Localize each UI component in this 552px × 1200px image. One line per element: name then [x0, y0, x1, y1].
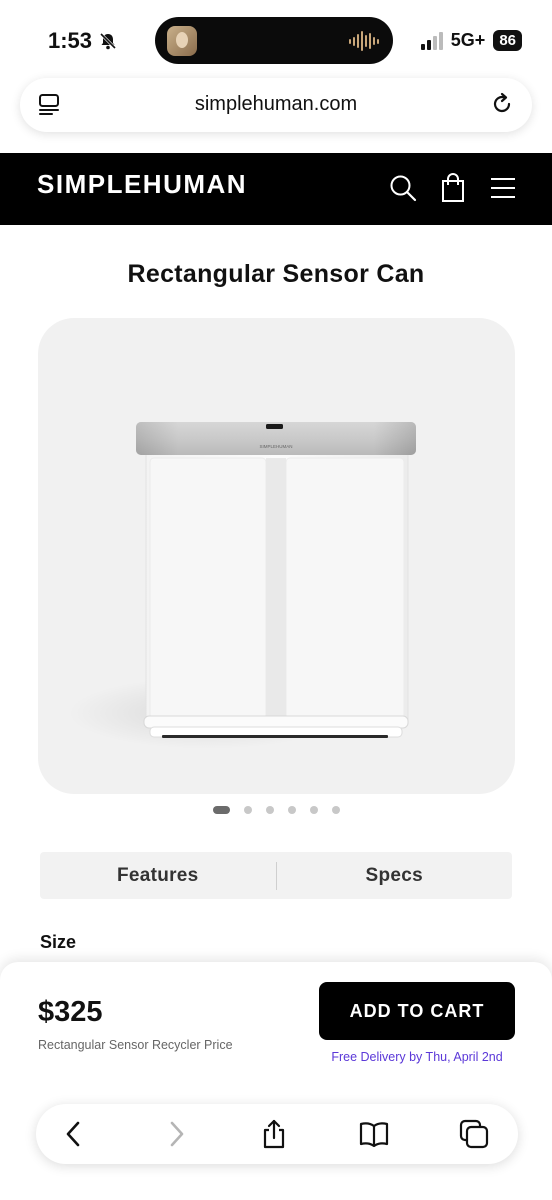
- audio-wave-icon: [349, 31, 379, 51]
- size-heading: Size: [40, 932, 77, 952]
- shopping-bag-icon[interactable]: [438, 173, 468, 203]
- product-title: Rectangular Sensor Can: [127, 260, 425, 288]
- search-icon[interactable]: [388, 173, 418, 203]
- carousel-dot[interactable]: [265, 806, 274, 814]
- tab-features[interactable]: Features: [40, 865, 276, 887]
- bell-muted-icon: [99, 32, 117, 50]
- purchase-panel: $325 Rectangular Sensor Recycler Price A…: [0, 962, 552, 1200]
- status-indicators: 5G+ 86: [420, 30, 522, 51]
- cellular-signal-icon: [420, 31, 443, 50]
- carousel-pagination: [0, 806, 552, 814]
- product-brand-mark: SIMPLEHUMAN: [259, 444, 292, 449]
- site-header: SIMPLEHUMAN: [0, 153, 552, 225]
- delivery-info: Free Delivery by Thu, April 2nd: [331, 1050, 503, 1064]
- url-text[interactable]: simplehuman.com: [20, 93, 532, 116]
- now-playing-artwork: [167, 26, 197, 56]
- menu-icon[interactable]: [488, 173, 518, 203]
- bookmarks-icon[interactable]: [358, 1118, 390, 1150]
- battery-indicator: 86: [493, 30, 522, 51]
- reload-icon[interactable]: [490, 92, 514, 116]
- carousel-dot[interactable]: [309, 806, 318, 814]
- browser-toolbar: [36, 1104, 518, 1164]
- sensor-can-product-image: SIMPLEHUMAN: [68, 422, 416, 749]
- address-bar[interactable]: simplehuman.com: [20, 78, 532, 132]
- carousel-dot[interactable]: [331, 806, 340, 814]
- site-logo[interactable]: SIMPLEHUMAN: [37, 169, 247, 200]
- status-bar: 1:53 5G+ 86: [0, 0, 552, 80]
- status-time-group: 1:53: [48, 28, 118, 54]
- carousel-dot[interactable]: [243, 806, 252, 814]
- add-to-cart-button[interactable]: ADD TO CART: [319, 982, 515, 1040]
- back-icon[interactable]: [58, 1118, 90, 1150]
- dynamic-island[interactable]: [155, 17, 393, 64]
- status-time: 1:53: [48, 28, 93, 53]
- price-caption: Rectangular Sensor Recycler Price: [38, 1038, 233, 1052]
- forward-icon[interactable]: [160, 1118, 192, 1150]
- carousel-dot[interactable]: [287, 806, 296, 814]
- share-icon[interactable]: [258, 1118, 290, 1150]
- tabs-icon[interactable]: [458, 1118, 490, 1150]
- tab-specs[interactable]: Specs: [277, 865, 513, 887]
- network-type: 5G+: [450, 30, 486, 50]
- product-info-tabs: Features Specs: [40, 852, 512, 899]
- product-image-carousel[interactable]: SIMPLEHUMAN: [38, 318, 515, 794]
- product-price: $325: [38, 996, 103, 1028]
- carousel-dot[interactable]: [212, 806, 230, 814]
